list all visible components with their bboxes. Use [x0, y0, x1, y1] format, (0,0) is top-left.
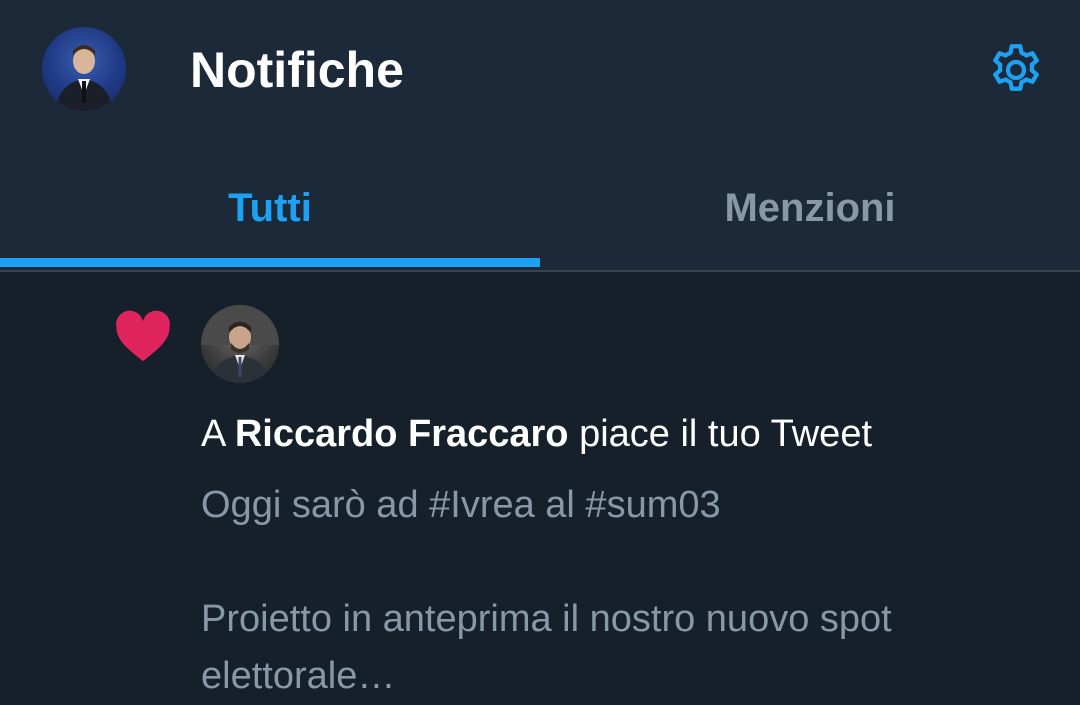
- tweet-preview: Oggi sarò ad #Ivrea al #sum03 Proietto i…: [201, 484, 892, 697]
- tab-bar: Tutti Menzioni: [0, 146, 1080, 272]
- top-app-bar: Notifiche: [0, 0, 1080, 146]
- user-name[interactable]: Riccardo Fraccaro: [235, 413, 569, 455]
- notification-prefix: A: [201, 413, 235, 455]
- notification-text: A Riccardo Fraccaro piace il tuo Tweet: [201, 411, 872, 457]
- user-avatar[interactable]: [201, 305, 279, 383]
- heart-icon: [114, 310, 172, 364]
- notification-suffix: piace il tuo Tweet: [568, 413, 873, 455]
- gear-icon[interactable]: [986, 40, 1046, 100]
- page-title: Notifiche: [190, 42, 404, 98]
- profile-avatar[interactable]: [42, 27, 126, 111]
- user-avatar-image: [201, 305, 279, 383]
- profile-avatar-image: [56, 45, 112, 111]
- active-tab-indicator: [0, 258, 540, 267]
- tab-tutti[interactable]: Tutti: [0, 146, 540, 270]
- tab-menzioni[interactable]: Menzioni: [540, 146, 1080, 270]
- notification-item[interactable]: A Riccardo Fraccaro piace il tuo Tweet O…: [0, 272, 1080, 702]
